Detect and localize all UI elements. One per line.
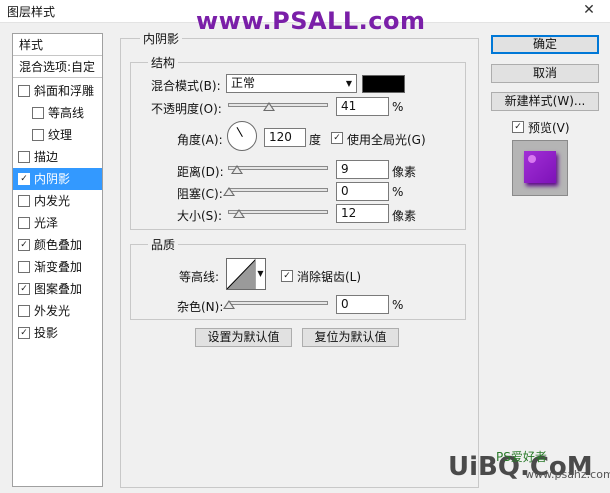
size-unit: 像素 [392,209,417,223]
blend-mode-label: 混合模式(B): [151,79,221,93]
style-item-gradient-overlay[interactable]: 渐变叠加 [13,256,102,278]
choke-slider[interactable] [228,188,328,192]
checkbox-checked[interactable]: ✓ [18,326,30,339]
blend-options-item[interactable]: 混合选项:自定 [13,56,102,78]
checkbox[interactable] [18,216,30,229]
angle-input[interactable]: 120 [264,128,306,147]
checkbox-checked[interactable]: ✓ [18,238,30,251]
new-style-button[interactable]: 新建样式(W)... [491,92,599,111]
distance-unit: 像素 [392,165,417,179]
size-slider-thumb[interactable] [233,209,245,218]
style-item-inner-shadow[interactable]: ✓ 内阴影 [13,168,102,190]
angle-label: 角度(A): [177,133,223,147]
checkbox[interactable] [18,194,30,207]
anti-alias-checkbox[interactable]: ✓ [281,270,293,282]
checkbox[interactable] [32,128,44,141]
style-item-inner-glow[interactable]: 内发光 [13,190,102,212]
noise-unit: % [392,298,404,312]
preview-swatch [524,151,556,183]
noise-slider-thumb[interactable] [223,300,235,309]
noise-label: 杂色(N): [177,300,224,314]
anti-alias-label: 消除锯齿(L) [297,270,362,284]
checkbox[interactable] [18,150,30,163]
styles-list: 样式 混合选项:自定 斜面和浮雕 等高线 纹理 描边 ✓ 内阴影 内发光 光泽 ✓… [12,33,103,487]
opacity-label: 不透明度(O): [151,102,222,116]
angle-dial-hand [236,126,243,137]
choke-input[interactable]: 0 [336,182,389,201]
size-input[interactable]: 12 [336,204,389,223]
styles-header[interactable]: 样式 [13,34,102,56]
site-logo-sub: PS爱好者 [496,450,547,464]
opacity-unit: % [392,100,404,114]
opacity-slider-thumb[interactable] [263,102,275,111]
contour-label: 等高线: [179,270,220,284]
shadow-color-swatch[interactable] [362,75,405,93]
chevron-down-icon[interactable]: ▼ [255,259,265,289]
style-item-outer-glow[interactable]: 外发光 [13,300,102,322]
checkbox-checked[interactable]: ✓ [18,172,30,185]
contour-linear-icon [227,259,256,289]
distance-slider[interactable] [228,166,328,170]
global-light-label: 使用全局光(G) [347,133,426,147]
window-title: 图层样式 [7,5,56,19]
checkbox[interactable] [18,84,30,97]
quality-title: 品质 [148,236,179,253]
cancel-button[interactable]: 取消 [491,64,599,83]
opacity-input[interactable]: 41 [336,97,389,116]
global-light-checkbox[interactable]: ✓ [331,132,343,144]
close-icon[interactable]: ✕ [578,1,600,19]
size-label: 大小(S): [177,209,223,223]
ok-button[interactable]: 确定 [491,35,599,54]
structure-title: 结构 [148,54,179,71]
style-item-color-overlay[interactable]: ✓ 颜色叠加 [13,234,102,256]
style-item-drop-shadow[interactable]: ✓ 投影 [13,322,102,344]
blend-mode-select[interactable]: 正常 ▼ [226,74,357,93]
style-item-bevel-emboss[interactable]: 斜面和浮雕 [13,80,102,102]
reset-default-button[interactable]: 复位为默认值 [302,328,399,347]
site-logo-url: www.psahz.com [525,468,610,481]
style-item-satin[interactable]: 光泽 [13,212,102,234]
style-item-pattern-overlay[interactable]: ✓ 图案叠加 [13,278,102,300]
chevron-down-icon: ▼ [345,79,352,88]
checkbox[interactable] [18,260,30,273]
preview-checkbox[interactable]: ✓ [512,121,524,133]
distance-slider-thumb[interactable] [231,165,243,174]
style-item-texture[interactable]: 纹理 [13,124,102,146]
preview-thumbnail [512,140,568,196]
noise-input[interactable]: 0 [336,295,389,314]
checkbox[interactable] [18,304,30,317]
choke-unit: % [392,185,404,199]
distance-label: 距离(D): [177,165,224,179]
style-item-contour[interactable]: 等高线 [13,102,102,124]
style-item-stroke[interactable]: 描边 [13,146,102,168]
preview-label: 预览(V) [528,121,570,135]
choke-label: 阻塞(C): [177,187,223,201]
angle-dial[interactable] [227,121,257,151]
opacity-slider[interactable] [228,103,328,107]
angle-unit: 度 [309,133,322,147]
distance-input[interactable]: 9 [336,160,389,179]
inner-shadow-title: 内阴影 [140,30,183,47]
contour-picker[interactable]: ▼ [226,258,266,290]
set-default-button[interactable]: 设置为默认值 [195,328,292,347]
checkbox-checked[interactable]: ✓ [18,282,30,295]
checkbox[interactable] [32,106,44,119]
watermark-text: www.PSALL.com [196,7,426,35]
choke-slider-thumb[interactable] [223,187,235,196]
noise-slider[interactable] [228,301,328,305]
